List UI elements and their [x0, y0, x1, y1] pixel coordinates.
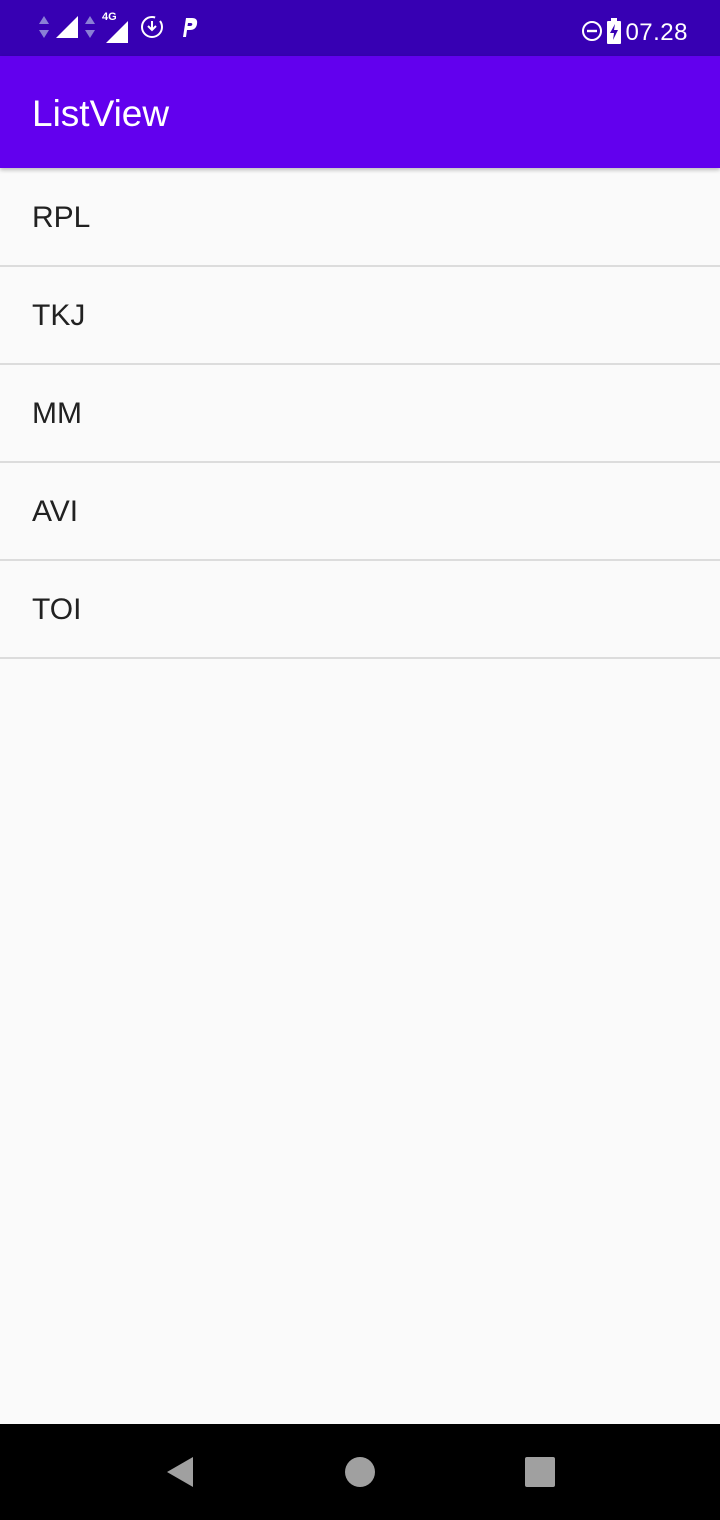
parking-p-icon: [180, 15, 200, 44]
do-not-disturb-icon: [581, 20, 603, 47]
recents-button[interactable]: [516, 1448, 564, 1496]
app-title: ListView: [32, 93, 170, 134]
battery-charging-icon: [607, 17, 622, 49]
status-clock: 07.28: [625, 19, 688, 46]
home-icon: [345, 1457, 375, 1487]
status-icons-right: 07.28: [581, 14, 688, 52]
home-button[interactable]: [336, 1448, 384, 1496]
signal-4g-icon: 4G: [102, 11, 128, 43]
list-item-mm[interactable]: MM: [0, 365, 720, 463]
back-button[interactable]: [156, 1448, 204, 1496]
list-item-label: TOI: [32, 593, 82, 626]
download-icon: [140, 15, 164, 44]
list-item-tkj[interactable]: TKJ: [0, 267, 720, 365]
list-view: RPL TKJ MM AVI TOI: [0, 169, 720, 659]
status-icons-left: 4G: [38, 11, 200, 45]
list-item-label: TKJ: [32, 299, 86, 332]
status-bar: 4G 07.28: [0, 0, 720, 56]
data-arrows-icon: [84, 14, 96, 45]
app-bar: ListView: [0, 56, 720, 168]
screen: 4G 07.28 ListView RPL TKJ MM AVI TOI: [0, 0, 720, 1520]
back-icon: [167, 1457, 193, 1487]
data-arrows-icon: [38, 14, 50, 45]
signal-icon: [56, 15, 78, 43]
list-item-label: MM: [32, 397, 82, 430]
navigation-bar: [0, 1424, 720, 1520]
list-item-label: RPL: [32, 201, 91, 234]
recents-icon: [525, 1457, 555, 1487]
list-item-toi[interactable]: TOI: [0, 561, 720, 659]
list-item-rpl[interactable]: RPL: [0, 169, 720, 267]
list-item-avi[interactable]: AVI: [0, 463, 720, 561]
list-item-label: AVI: [32, 495, 79, 528]
